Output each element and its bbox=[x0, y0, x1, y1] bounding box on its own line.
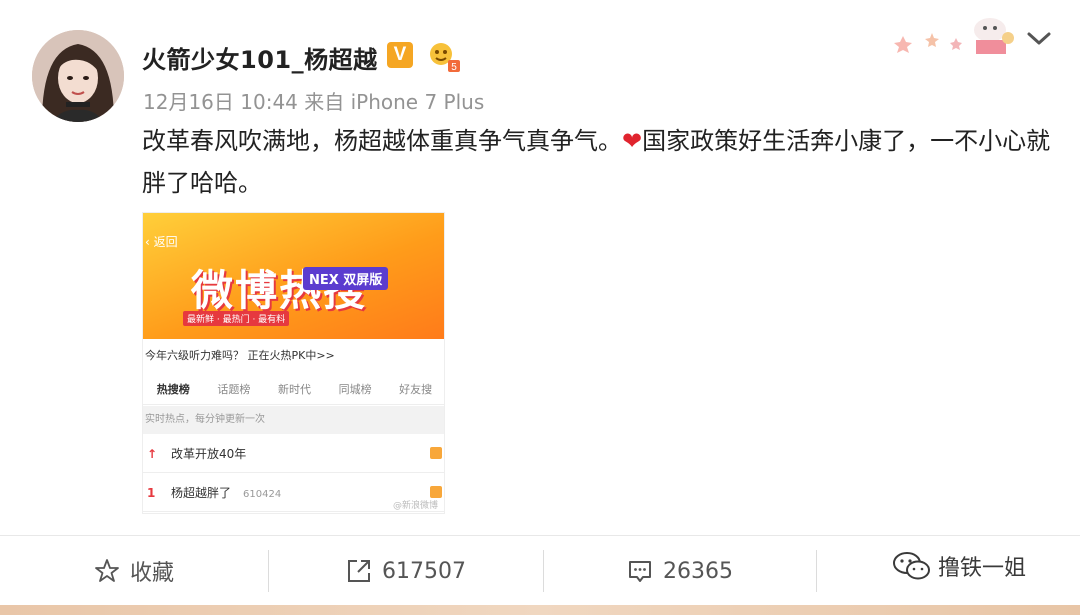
post-meta: 12月16日 10:44 来自 iPhone 7 Plus bbox=[143, 90, 485, 114]
post-text-part-1: 改革春风吹满地，杨超越体重真争气真争气。 bbox=[142, 127, 622, 155]
hot-tag-icon bbox=[430, 447, 442, 459]
nex-tag: NEX 双屏版 bbox=[303, 267, 389, 290]
weibo-post: 火箭少女101_杨超越 V 5 12月16日 10:44 来自 iPhone 7… bbox=[0, 0, 1080, 535]
tab-new-era: 新时代 bbox=[277, 382, 311, 396]
vip-crown-icon[interactable]: 5 bbox=[426, 40, 460, 72]
tab-local: 同城榜 bbox=[338, 382, 372, 396]
list-item: ↑ 改革开放40年 bbox=[143, 435, 444, 473]
promo-text: 今年六级听力难吗？ 正在火热PK中>> bbox=[143, 339, 444, 373]
username[interactable]: 火箭少女101_杨超越 bbox=[142, 40, 378, 75]
comment-button[interactable]: 26365 bbox=[544, 536, 816, 606]
back-label: ‹ 返回 bbox=[145, 235, 178, 249]
watermark-text: 撸铁一姐 bbox=[938, 556, 1027, 581]
repost-count: 617507 bbox=[382, 558, 466, 584]
post-image[interactable]: ‹ 返回 微博热搜 NEX 双屏版 最新鲜 · 最热门 · 最有料 今年六级听力… bbox=[142, 212, 445, 514]
comment-icon bbox=[629, 561, 651, 582]
tab-topics: 话题榜 bbox=[217, 382, 251, 396]
hot-search-banner: ‹ 返回 微博热搜 NEX 双屏版 最新鲜 · 最热门 · 最有料 bbox=[143, 213, 444, 339]
next-card-edge bbox=[0, 605, 1080, 615]
card-decoration-icon bbox=[894, 18, 1014, 54]
rank: ↑ bbox=[147, 447, 158, 461]
heart-emoji-icon: ❤ bbox=[622, 127, 643, 155]
level-badge: 5 bbox=[451, 62, 457, 72]
hot-tag-icon bbox=[430, 486, 442, 498]
divider bbox=[816, 550, 817, 592]
star-icon bbox=[95, 559, 119, 582]
image-watermark: @新浪微博 bbox=[392, 501, 438, 511]
verified-badge-icon: V bbox=[387, 42, 413, 68]
list-item-count: 610424 bbox=[243, 489, 282, 500]
comment-count: 26365 bbox=[663, 558, 733, 584]
favorite-label: 收藏 bbox=[129, 561, 174, 586]
favorite-button[interactable]: 收藏 bbox=[0, 536, 268, 606]
section-hint: 实时热点，每分钟更新一次 bbox=[143, 406, 444, 434]
tab-friends: 好友搜 bbox=[399, 382, 433, 396]
chevron-down-icon[interactable] bbox=[1026, 28, 1052, 48]
avatar[interactable] bbox=[32, 30, 124, 122]
tab-hot-search: 热搜榜 bbox=[156, 382, 190, 396]
hot-search-tabs: 热搜榜 话题榜 新时代 同城榜 好友搜 bbox=[143, 373, 444, 405]
banner-subtitle: 最新鲜 · 最热门 · 最有料 bbox=[183, 311, 290, 326]
avatar-image bbox=[32, 30, 124, 122]
list-item-text: 改革开放40年 bbox=[171, 447, 247, 461]
repost-button[interactable]: 617507 bbox=[269, 536, 543, 606]
wechat-watermark: 撸铁一姐 bbox=[892, 550, 1026, 582]
wechat-icon bbox=[893, 552, 930, 580]
repost-icon bbox=[348, 560, 370, 582]
post-content: 改革春风吹满地，杨超越体重真争气真争气。❤国家政策好生活奔小康了，一不小心就胖了… bbox=[142, 120, 1052, 204]
list-item-text: 杨超越胖了 610424 bbox=[171, 486, 282, 500]
rank: 1 bbox=[147, 486, 156, 500]
